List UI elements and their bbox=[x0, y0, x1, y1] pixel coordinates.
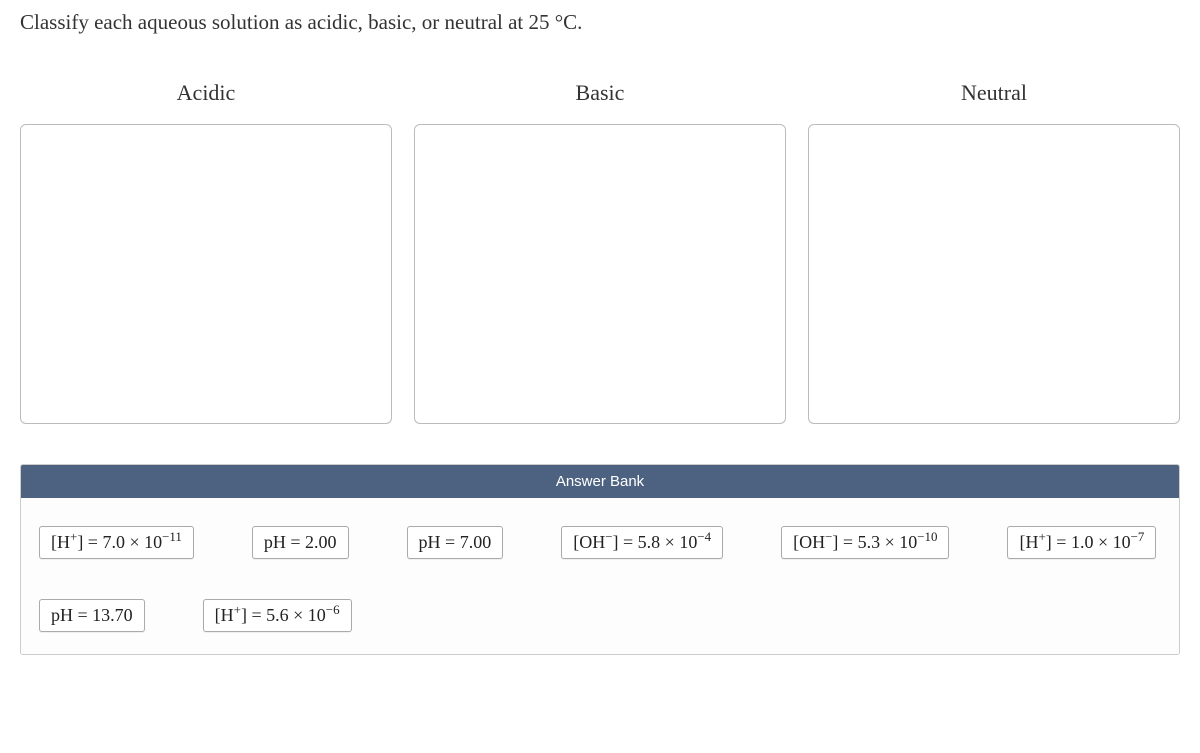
category-label-neutral: Neutral bbox=[961, 80, 1027, 106]
category-label-acidic: Acidic bbox=[177, 80, 236, 106]
answer-item[interactable]: pH = 7.00 bbox=[407, 526, 504, 559]
answer-item[interactable]: [OH−] = 5.3 × 10−10 bbox=[781, 526, 949, 559]
drop-zone-basic[interactable] bbox=[414, 124, 786, 424]
category-label-basic: Basic bbox=[576, 80, 625, 106]
answer-bank-header: Answer Bank bbox=[21, 465, 1179, 498]
answer-item[interactable]: [OH−] = 5.8 × 10−4 bbox=[561, 526, 723, 559]
answer-bank: Answer Bank [H+] = 7.0 × 10−11 pH = 2.00 p… bbox=[20, 464, 1180, 655]
category-neutral: Neutral bbox=[808, 80, 1180, 424]
categories-row: Acidic Basic Neutral bbox=[20, 80, 1180, 424]
category-acidic: Acidic bbox=[20, 80, 392, 424]
answer-item[interactable]: [H+] = 7.0 × 10−11 bbox=[39, 526, 194, 559]
answer-item[interactable]: [H+] = 5.6 × 10−6 bbox=[203, 599, 352, 632]
drop-zone-acidic[interactable] bbox=[20, 124, 392, 424]
answer-item[interactable]: pH = 2.00 bbox=[252, 526, 349, 559]
answer-item[interactable]: [H+] = 1.0 × 10−7 bbox=[1007, 526, 1156, 559]
drop-zone-neutral[interactable] bbox=[808, 124, 1180, 424]
answer-bank-body: [H+] = 7.0 × 10−11 pH = 2.00 pH = 7.00 [OH−… bbox=[21, 498, 1179, 654]
question-text: Classify each aqueous solution as acidic… bbox=[20, 10, 1180, 35]
category-basic: Basic bbox=[414, 80, 786, 424]
answer-item[interactable]: pH = 13.70 bbox=[39, 599, 145, 632]
